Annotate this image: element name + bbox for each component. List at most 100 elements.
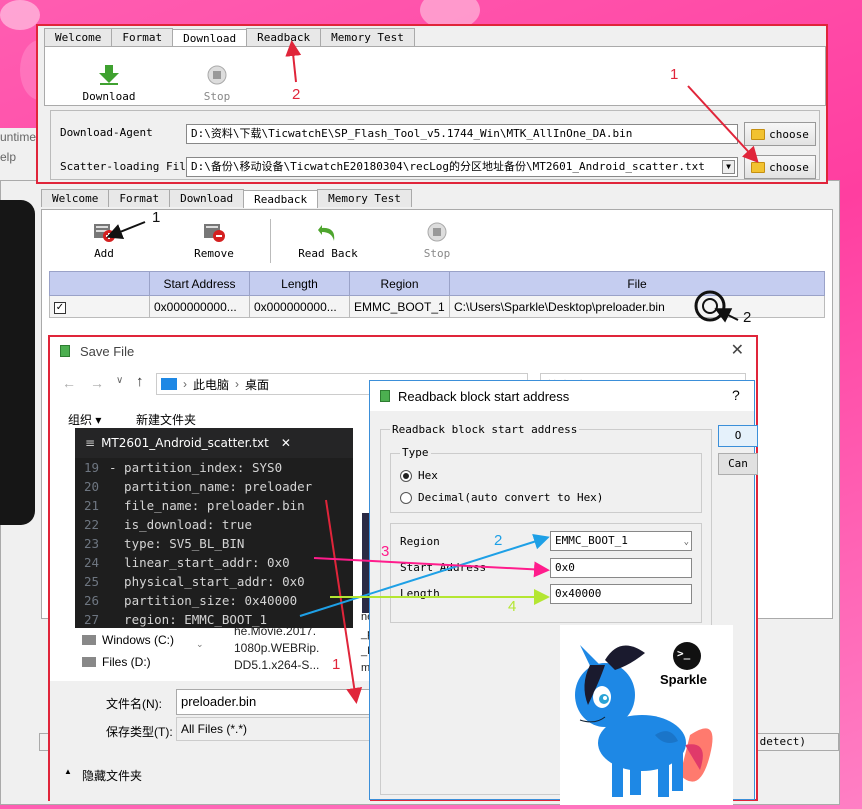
chevron-up-icon[interactable]: ▲ — [64, 767, 72, 776]
remove-button[interactable]: Remove — [179, 221, 249, 260]
up-arrow-icon[interactable]: ↑ — [136, 373, 144, 390]
chevron-down-icon[interactable]: ▼ — [722, 160, 735, 174]
line-text: linear_start_addr: 0x0 — [109, 555, 290, 570]
code-line: 26 partition_size: 0x40000 — [75, 591, 353, 610]
rb-group-title: Readback block start address — [390, 423, 580, 436]
choose-label: choose — [769, 127, 809, 141]
organize-button[interactable]: 组织 ▾ — [68, 411, 101, 428]
top-tab-format[interactable]: Format — [111, 28, 174, 46]
menu-runtime[interactable]: untime — [0, 130, 40, 144]
tab-format[interactable]: Format — [108, 189, 171, 207]
file-tile-line: 1080p.WEBRip. — [234, 641, 320, 655]
nav-item-windows-c[interactable]: Windows (C:) — [54, 629, 204, 651]
length-field[interactable]: 0x40000 — [550, 584, 692, 604]
tab-welcome[interactable]: Welcome — [41, 189, 110, 207]
row-checkbox[interactable]: ✓ — [54, 302, 66, 314]
line-text: region: EMMC_BOOT_1 — [109, 612, 268, 627]
line-number: 25 — [83, 574, 99, 589]
folder-icon — [751, 128, 766, 140]
region-select[interactable]: EMMC_BOOT_1 ⌄ — [550, 531, 692, 551]
type-group-title: Type — [400, 446, 431, 459]
line-text: partition_size: 0x40000 — [109, 593, 298, 608]
computer-icon — [161, 378, 177, 390]
scatter-file-label: Scatter-loading File — [60, 160, 193, 173]
nav-label: Files (D:) — [102, 655, 151, 669]
code-line: 21 file_name: preloader.bin — [75, 496, 353, 515]
hex-label: Hex — [418, 469, 438, 482]
code-line: 22 is_download: true — [75, 515, 353, 534]
cell-start-address: 0x000000000... — [149, 295, 250, 318]
radio-unselected-icon — [400, 492, 412, 504]
stop-icon — [427, 222, 447, 242]
app-icon — [380, 390, 390, 402]
line-text: file_name: preloader.bin — [109, 498, 305, 513]
top-tab-welcome[interactable]: Welcome — [44, 28, 113, 46]
breadcrumb-sep-icon: › — [235, 377, 240, 391]
toolbar-divider — [270, 219, 271, 263]
read-back-label: Read Back — [298, 247, 358, 260]
decimal-radio[interactable]: Decimal(auto convert to Hex) — [400, 491, 603, 504]
filename-input[interactable]: preloader.bin — [176, 689, 376, 715]
cancel-button[interactable]: Can — [718, 453, 758, 475]
cell-file: C:\Users\Sparkle\Desktop\preloader.bin — [449, 295, 825, 318]
drive-icon — [82, 657, 96, 667]
help-button[interactable]: ? — [732, 387, 740, 403]
hex-radio[interactable]: Hex — [400, 469, 438, 482]
sparkle-sticker: >_ Sparkle — [560, 625, 733, 805]
cell-region: EMMC_BOOT_1 — [349, 295, 450, 318]
tab-download[interactable]: Download — [169, 189, 245, 207]
pony-icon — [575, 642, 713, 797]
radio-selected-icon — [400, 470, 412, 482]
choose-da-button[interactable]: choose — [744, 122, 816, 146]
tab-memory-test[interactable]: Memory Test — [317, 189, 412, 207]
scatter-editor-snippet: ≡ MT2601_Android_scatter.txt ✕ 19 - parti… — [75, 428, 353, 628]
top-tab-readback[interactable]: Readback — [246, 28, 322, 46]
choose-scatter-button[interactable]: choose — [744, 155, 816, 179]
new-folder-button[interactable]: 新建文件夹 — [136, 411, 196, 428]
download-agent-field[interactable]: D:\资料\下载\TicwatchE\SP_Flash_Tool_v5.1744… — [186, 124, 738, 144]
stop-button-readback[interactable]: Stop — [402, 221, 472, 260]
nav-pane: Windows (C:) Files (D:) — [54, 629, 204, 679]
line-number: 22 — [83, 517, 99, 532]
breadcrumb-desktop[interactable]: 桌面 — [245, 376, 269, 393]
nav-item-files-d[interactable]: Files (D:) — [54, 651, 204, 673]
close-icon[interactable]: ✕ — [281, 436, 291, 450]
top-tab-download[interactable]: Download — [172, 29, 248, 47]
recent-chevron-icon[interactable]: ∨ — [116, 375, 123, 386]
code-line: 25 physical_start_addr: 0x0 — [75, 572, 353, 591]
hide-folders-toggle[interactable]: 隐藏文件夹 — [82, 767, 142, 784]
chevron-down-icon[interactable]: ⌄ — [684, 533, 689, 550]
tab-readback[interactable]: Readback — [243, 190, 319, 208]
header-region: Region — [349, 271, 450, 296]
start-address-field[interactable]: 0x0 — [550, 558, 692, 578]
forward-arrow-icon[interactable]: → — [90, 375, 104, 391]
ok-button[interactable]: O — [718, 425, 758, 447]
filename-label: 文件名(N): — [106, 697, 162, 711]
filetype-label: 保存类型(T): — [106, 725, 173, 739]
file-lines-icon: ≡ — [85, 436, 96, 450]
stop-button-download[interactable]: Stop — [182, 64, 252, 103]
nav-scroll-chevron-icon[interactable]: ⌄ — [196, 639, 204, 679]
back-arrow-icon[interactable]: ← — [62, 375, 76, 391]
line-number: 24 — [83, 555, 99, 570]
read-back-button[interactable]: Read Back — [293, 221, 363, 260]
table-row[interactable]: ✓ 0x000000000... 0x000000000... EMMC_BOO… — [49, 295, 825, 318]
nav-label: Windows (C:) — [102, 633, 175, 647]
code-line: 24 linear_start_addr: 0x0 — [75, 553, 353, 572]
top-tab-memory-test[interactable]: Memory Test — [320, 28, 415, 46]
line-number: 20 — [83, 479, 99, 494]
add-button[interactable]: Add — [69, 221, 139, 260]
download-button[interactable]: Download — [74, 64, 144, 103]
file-tile-name[interactable]: he.Movie.2017. 1080p.WEBRip. DD5.1.x264-… — [234, 623, 319, 674]
code-lines: 19 - partition_index: SYS0 20 partition_na… — [75, 458, 353, 629]
menu-strip: untime elp — [0, 128, 40, 180]
filetype-select[interactable]: All Files (*.*) — [176, 717, 376, 741]
scatter-file-field[interactable]: D:\备份\移动设备\TicwatchE20180304\recLog的分区地址… — [186, 157, 738, 177]
close-icon[interactable]: ✕ — [731, 340, 744, 360]
row-checkbox-cell[interactable]: ✓ — [49, 295, 150, 318]
readback-table: Start Address Length Region File ✓ 0x000… — [49, 271, 825, 318]
breadcrumb-this-pc[interactable]: 此电脑 — [193, 376, 229, 393]
type-group — [390, 453, 702, 513]
editor-tab[interactable]: ≡ MT2601_Android_scatter.txt ✕ — [75, 428, 353, 458]
menu-help[interactable]: elp — [0, 150, 40, 164]
